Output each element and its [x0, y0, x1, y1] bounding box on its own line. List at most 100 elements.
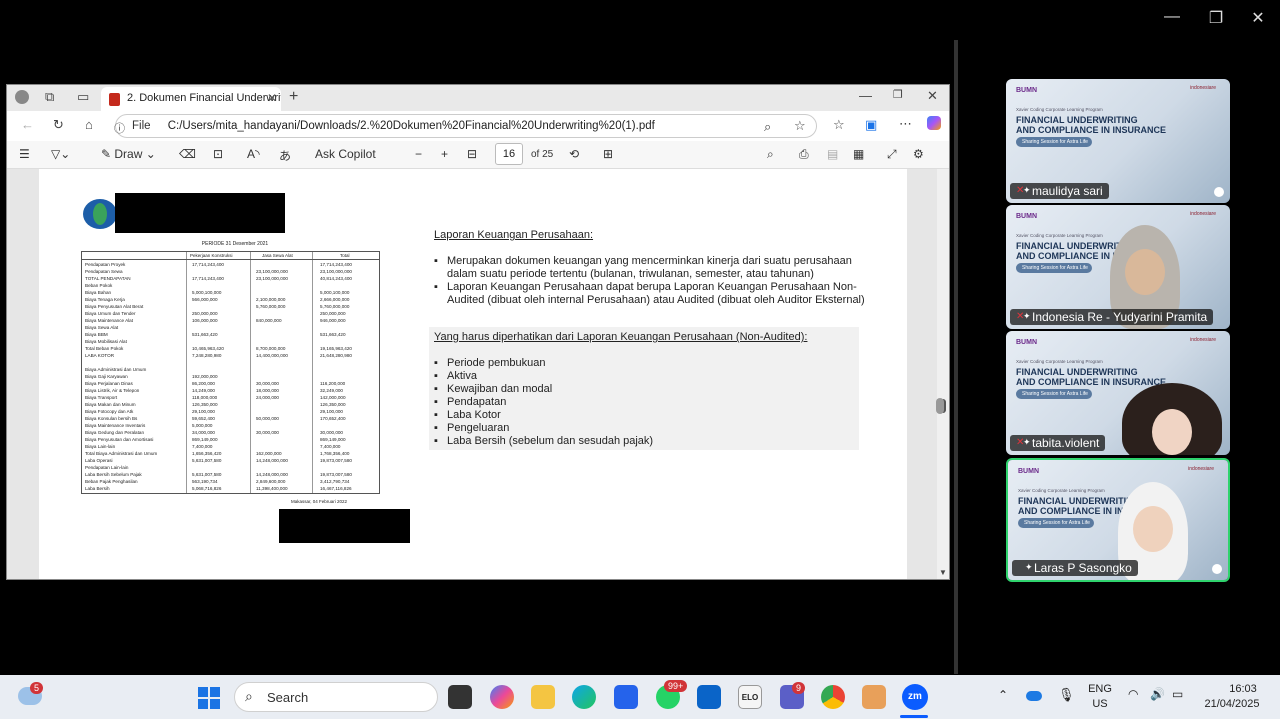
minimize-icon[interactable]: — [1162, 8, 1182, 26]
start-icon[interactable] [198, 687, 220, 709]
profile-icon[interactable] [15, 90, 29, 104]
favorite-icon[interactable]: ☆ [794, 118, 806, 134]
highlight-icon[interactable]: ▽⌄ [51, 147, 70, 161]
contents-icon[interactable]: ☰ [19, 147, 30, 161]
tile-options-icon[interactable] [1214, 187, 1224, 197]
find-icon[interactable]: ⌕ [767, 147, 774, 162]
redaction-block [115, 193, 285, 233]
row-value: 16,467,116,826 [320, 486, 352, 491]
participant-name: maulidya sari [1032, 184, 1103, 198]
video-tile[interactable]: BUMN indonesiare Xavier Coding Corporate L… [1006, 331, 1230, 455]
task-view-icon[interactable] [448, 685, 472, 709]
save-as-icon[interactable]: ▦ [853, 147, 864, 161]
fullscreen-icon[interactable]: ⤢ [887, 147, 897, 162]
save-icon[interactable]: ▤ [827, 147, 838, 161]
onedrive-icon[interactable] [1026, 691, 1042, 701]
new-tab-icon[interactable]: + [289, 88, 298, 106]
teams-badge: 9 [792, 682, 806, 694]
row-value: 24,000,000 [256, 395, 279, 400]
table-row: Biaya Maintenance Alat 106,000,000 840,000… [82, 318, 379, 325]
snipping-tool-icon[interactable] [862, 685, 886, 709]
refresh-icon[interactable]: ↻ [53, 117, 64, 133]
fit-page-icon[interactable]: ⊟ [467, 147, 477, 161]
clock-time[interactable]: 16:03 [1228, 683, 1258, 695]
volume-icon[interactable]: 🔊 [1150, 687, 1165, 701]
checklist-item: Laba Kotor [447, 409, 501, 421]
browser-restore-icon[interactable]: ❐ [893, 88, 903, 101]
clock-date[interactable]: 21/04/2025 [1200, 698, 1264, 710]
extension-icon[interactable]: ▣ [865, 117, 877, 133]
rotate-icon[interactable]: ⟲ [569, 147, 579, 161]
participant-face [1133, 506, 1173, 552]
read-aloud-icon[interactable]: A◝ [247, 147, 260, 161]
video-tile[interactable]: BUMN indonesiare Xavier Coding Corporate L… [1006, 205, 1230, 329]
favorites-bar-icon[interactable]: ☆ [833, 117, 845, 133]
text-box-icon[interactable]: ⊡ [213, 147, 223, 161]
battery-icon[interactable]: ▭ [1172, 687, 1183, 701]
window-divider[interactable] [954, 40, 958, 674]
row-label: Pendapatan Lain-lain [85, 465, 129, 470]
file-explorer-icon[interactable] [531, 685, 555, 709]
scroll-down-icon[interactable]: ▼ [939, 568, 947, 577]
back-icon[interactable]: ← [21, 117, 34, 132]
tab-actions-icon[interactable]: ▭ [77, 89, 89, 105]
info-icon[interactable]: ⓘ [114, 120, 125, 136]
taskbar-search[interactable]: ⌕ Search [234, 682, 438, 712]
shared-browser-window: ⧉ ▭ 2. Dokumen Financial Underwriting ✕ … [6, 84, 950, 580]
outlook-icon[interactable] [697, 685, 721, 709]
pdf-scrollbar[interactable]: ▼ [937, 169, 949, 579]
page-number-input[interactable]: 16 [495, 143, 523, 165]
slide-brand: BUMN [1016, 213, 1037, 220]
draw-button[interactable]: ✎ Draw ⌄ [101, 147, 156, 161]
tab-pdf[interactable]: 2. Dokumen Financial Underwriting ✕ [101, 87, 281, 111]
zoom-out-icon[interactable]: − [415, 147, 422, 161]
close-tab-icon[interactable]: ✕ [267, 91, 277, 105]
home-icon[interactable]: ⌂ [85, 117, 93, 132]
video-tile[interactable]: BUMN indonesiare Xavier Coding Corporate L… [1006, 458, 1230, 582]
pdf-viewer[interactable]: PERIODE 31 Desember 2021 Pekerjaan Konst… [7, 169, 949, 579]
copilot-icon[interactable] [927, 116, 941, 130]
chrome-icon[interactable] [821, 685, 845, 709]
row-value: 10,465,963,420 [192, 346, 224, 351]
tile-options-icon[interactable] [1212, 564, 1222, 574]
row-value: 30,000,000 [256, 430, 279, 435]
zoom-app-icon[interactable]: zm [902, 684, 928, 710]
table-row: Beban Pajak Penghasilan 563,190,734 2,849,… [82, 479, 379, 486]
region-label[interactable]: US [1092, 698, 1108, 710]
table-row: Laba Bersih Sebelum Pajak 5,631,007,580 14… [82, 472, 379, 479]
restore-icon[interactable]: ❐ [1206, 8, 1226, 28]
col-header: Pekerjaan Konstruksi [190, 253, 233, 258]
ask-copilot-button[interactable]: Ask Copilot [315, 147, 376, 161]
translate-icon[interactable]: あ [279, 147, 291, 164]
address-bar[interactable]: ⓘ File C:/Users/mita_handayani/Downloads… [114, 114, 817, 138]
workspaces-icon[interactable]: ⧉ [45, 89, 54, 105]
video-tile[interactable]: BUMN indonesiare Xavier Coding Corporate L… [1006, 79, 1230, 203]
wifi-icon[interactable]: ◠ [1128, 687, 1138, 701]
browser-minimize-icon[interactable]: — [859, 88, 872, 103]
close-icon[interactable]: ✕ [1248, 8, 1268, 28]
bullet-text: dalam suatu periode tertentu (bulanan, t… [447, 268, 814, 280]
settings-icon[interactable]: ⚙ [913, 147, 924, 161]
language-label[interactable]: ENG [1088, 683, 1112, 695]
row-value: 2,849,600,000 [256, 479, 286, 484]
microphone-icon[interactable]: 🎙 [1058, 687, 1075, 703]
row-value: 2,100,000,000 [256, 297, 286, 302]
row-label: Biaya Gaji Karyawan [85, 374, 128, 379]
show-hidden-icons[interactable]: ⌃ [998, 688, 1008, 702]
copilot-app-icon[interactable] [490, 685, 514, 709]
zoom-in-icon[interactable]: + [441, 147, 448, 161]
table-row: Biaya Fotocopy dan Atk 29,100,000 29,100,0… [82, 409, 379, 416]
edge-icon[interactable] [572, 685, 596, 709]
eraser-icon[interactable]: ⌫ [179, 147, 196, 161]
meeting-scroll-thumb[interactable] [936, 398, 944, 414]
row-value: 86,200,000 [192, 381, 215, 386]
store-icon[interactable] [614, 685, 638, 709]
page-view-icon[interactable]: ⊞ [603, 147, 613, 161]
row-value: 7,400,000 [192, 444, 213, 449]
zoom-icon[interactable]: ⌕ [764, 119, 771, 135]
slide-title-line: FINANCIAL UNDERWRITING [1016, 367, 1138, 377]
print-icon[interactable]: ⎙ [799, 147, 809, 162]
browser-close-icon[interactable]: ✕ [927, 88, 938, 104]
more-icon[interactable]: ⋯ [899, 116, 912, 132]
elo-icon[interactable]: ELO [738, 685, 762, 709]
